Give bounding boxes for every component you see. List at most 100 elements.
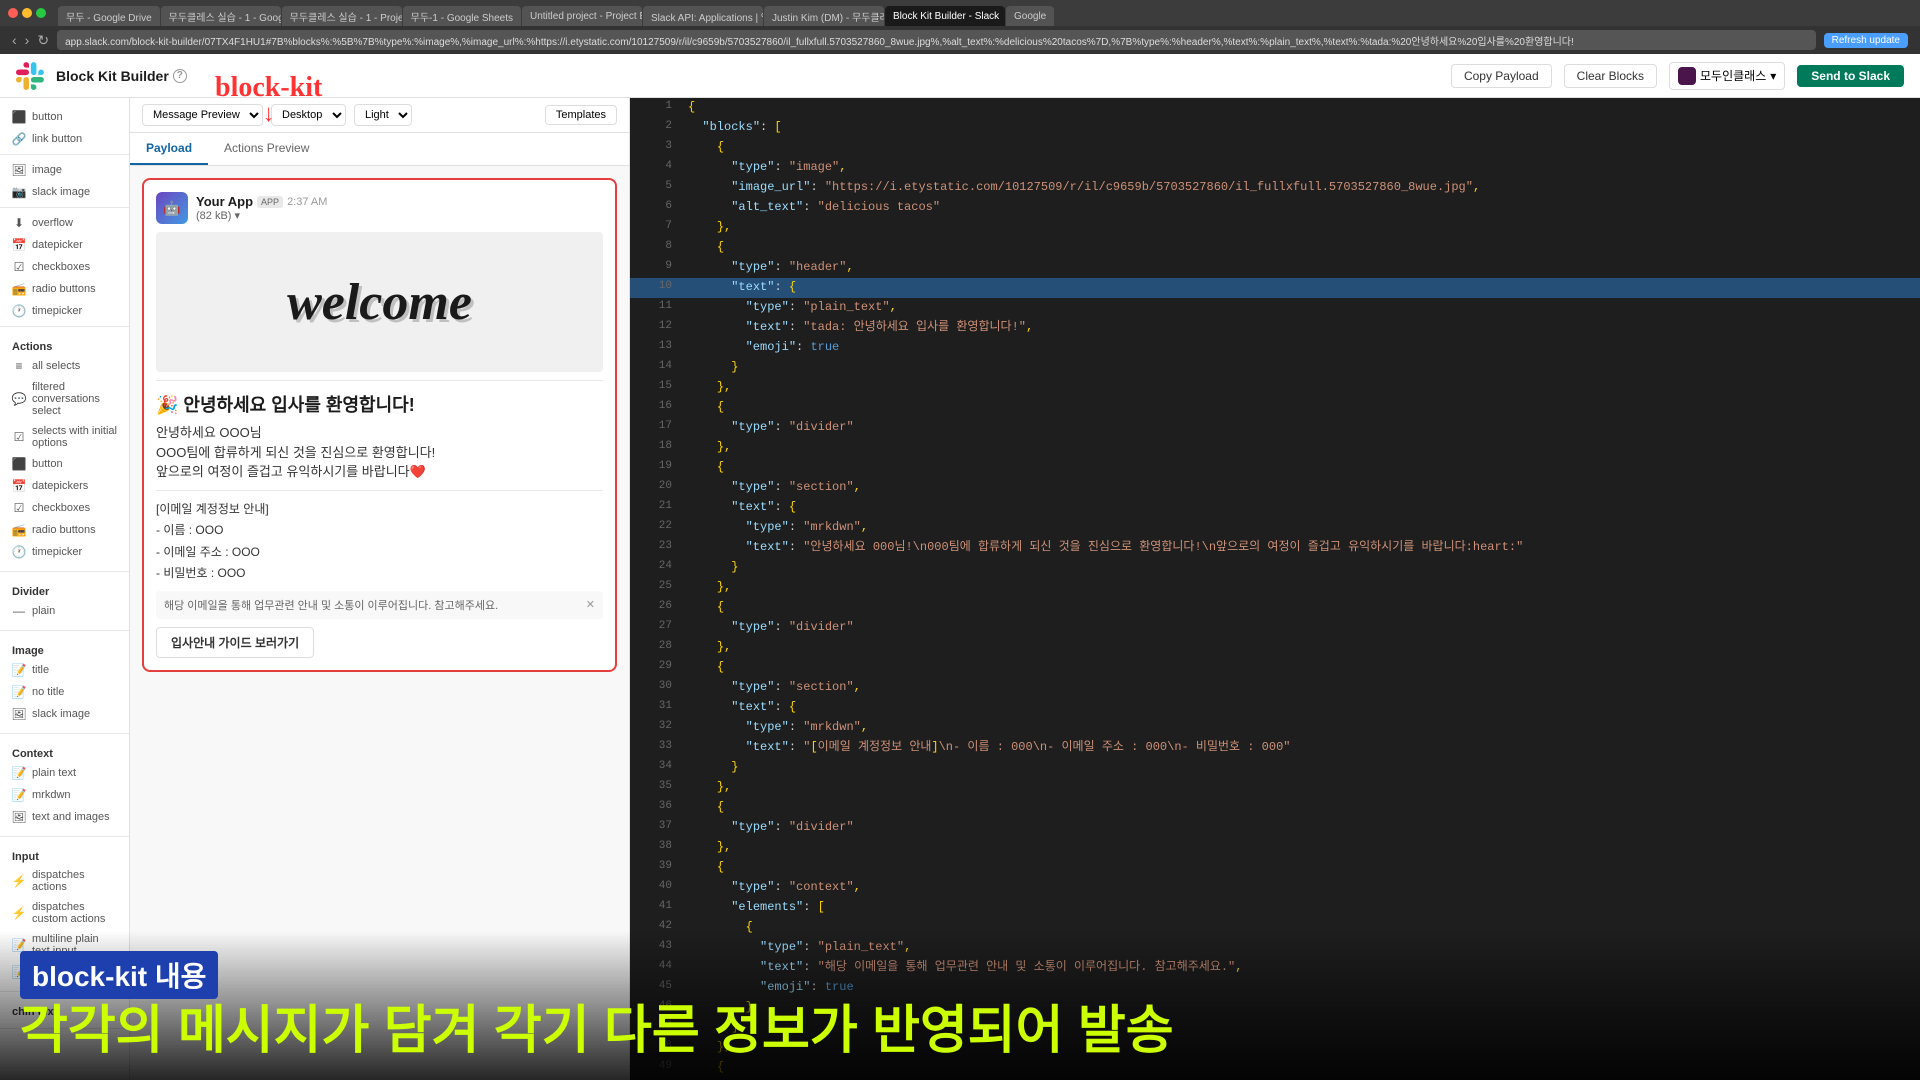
browser-tab[interactable]: Block Kit Builder - Slack <box>885 6 1005 26</box>
json-line[interactable]: 13 "emoji": true <box>630 338 1920 358</box>
json-line[interactable]: 24 } <box>630 558 1920 578</box>
sidebar-item-slack-image[interactable]: 🖼slack image <box>0 703 129 725</box>
sidebar-item-mrkdwn[interactable]: 📝mrkdwn <box>0 784 129 806</box>
tab-actions-preview[interactable]: Actions Preview <box>208 133 325 165</box>
guide-button[interactable]: 입사안내 가이드 보러가기 <box>156 627 314 658</box>
sidebar-item-image[interactable]: 🖼image <box>0 159 129 181</box>
browser-tab[interactable]: 무두클레스 실습 - 1 - Project <box>282 6 402 26</box>
sidebar-item-button[interactable]: ⬛button <box>0 453 129 475</box>
sidebar-item-timepicker[interactable]: 🕐timepicker <box>0 541 129 563</box>
json-line[interactable]: 2 "blocks": [ <box>630 118 1920 138</box>
json-line[interactable]: 8 { <box>630 238 1920 258</box>
json-line[interactable]: 28 }, <box>630 638 1920 658</box>
close-dot[interactable] <box>8 8 18 18</box>
sidebar-item-checkboxes[interactable]: ☑checkboxes <box>0 497 129 519</box>
sidebar-item-text-and-images[interactable]: 🖼text and images <box>0 806 129 828</box>
sidebar-item-no-title[interactable]: 📝no title <box>0 681 129 703</box>
json-line[interactable]: 7 }, <box>630 218 1920 238</box>
send-to-slack-button[interactable]: Send to Slack <box>1797 65 1904 87</box>
sidebar-item-timepicker[interactable]: 🕐timepicker <box>0 300 129 322</box>
json-line[interactable]: 20 "type": "section", <box>630 478 1920 498</box>
json-line[interactable]: 22 "type": "mrkdwn", <box>630 518 1920 538</box>
sidebar-item-datepicker[interactable]: 📅datepicker <box>0 234 129 256</box>
json-line[interactable]: 9 "type": "header", <box>630 258 1920 278</box>
info-icon[interactable]: ? <box>173 69 187 83</box>
json-line[interactable]: 25 }, <box>630 578 1920 598</box>
json-line[interactable]: 6 "alt_text": "delicious tacos" <box>630 198 1920 218</box>
sidebar-item-overflow[interactable]: ⬇overflow <box>0 212 129 234</box>
minimize-dot[interactable] <box>22 8 32 18</box>
json-line[interactable]: 30 "type": "section", <box>630 678 1920 698</box>
tab-payload[interactable]: Payload <box>130 133 208 165</box>
line-number: 19 <box>642 458 672 478</box>
json-line[interactable]: 35 }, <box>630 778 1920 798</box>
sidebar-item-plain-text[interactable]: 📝plain text <box>0 762 129 784</box>
browser-tab[interactable]: 무두 - Google Drive <box>58 6 160 26</box>
json-line[interactable]: 21 "text": { <box>630 498 1920 518</box>
json-line[interactable]: 36 { <box>630 798 1920 818</box>
theme-select[interactable]: Light Dark <box>354 104 412 126</box>
update-button[interactable]: Refresh update <box>1824 33 1908 48</box>
browser-tab[interactable]: Google <box>1006 6 1054 26</box>
json-line[interactable]: 31 "text": { <box>630 698 1920 718</box>
address-input[interactable] <box>57 30 1816 50</box>
json-line[interactable]: 16 { <box>630 398 1920 418</box>
json-line[interactable]: 39 { <box>630 858 1920 878</box>
json-line[interactable]: 37 "type": "divider" <box>630 818 1920 838</box>
back-icon[interactable]: ‹ <box>12 32 17 48</box>
json-line[interactable]: 38 }, <box>630 838 1920 858</box>
sidebar-item-plain[interactable]: —plain <box>0 600 129 622</box>
sidebar-item-radio-buttons[interactable]: 📻radio buttons <box>0 278 129 300</box>
forward-icon[interactable]: › <box>25 32 30 48</box>
sidebar-item-button[interactable]: ⬛button <box>0 106 129 128</box>
browser-tab[interactable]: Untitled project - Project Ed... <box>522 6 642 26</box>
json-line[interactable]: 11 "type": "plain_text", <box>630 298 1920 318</box>
sidebar-item-selects-with-initial-options[interactable]: ☑selects with initial options <box>0 421 129 453</box>
workspace-selector[interactable]: 모두인클래스 ▾ <box>1669 62 1785 90</box>
json-line[interactable]: 23 "text": "안녕하세요 000님!\n000팀에 합류하게 되신 것… <box>630 538 1920 558</box>
browser-tab[interactable]: 무두-1 - Google Sheets <box>403 6 521 26</box>
sidebar-item-radio-buttons[interactable]: 📻radio buttons <box>0 519 129 541</box>
line-number: 26 <box>642 598 672 618</box>
json-line[interactable]: 5 "image_url": "https://i.etystatic.com/… <box>630 178 1920 198</box>
browser-tab[interactable]: Slack API: Applications | 앱... <box>643 6 763 26</box>
json-line[interactable]: 27 "type": "divider" <box>630 618 1920 638</box>
sidebar-item-filtered-conversations-select[interactable]: 💬filtered conversations select <box>0 377 129 421</box>
sidebar-item-label: image <box>32 164 62 176</box>
sidebar-item-datepickers[interactable]: 📅datepickers <box>0 475 129 497</box>
json-line[interactable]: 15 }, <box>630 378 1920 398</box>
clear-blocks-button[interactable]: Clear Blocks <box>1564 64 1657 88</box>
refresh-icon[interactable]: ↻ <box>37 32 49 49</box>
json-line[interactable]: 17 "type": "divider" <box>630 418 1920 438</box>
json-line[interactable]: 19 { <box>630 458 1920 478</box>
sidebar-item-all-selects[interactable]: ≡all selects <box>0 355 129 377</box>
sidebar-item-link-button[interactable]: 🔗link button <box>0 128 129 150</box>
json-line[interactable]: 34 } <box>630 758 1920 778</box>
json-line[interactable]: 29 { <box>630 658 1920 678</box>
json-line[interactable]: 26 { <box>630 598 1920 618</box>
json-line[interactable]: 41 "elements": [ <box>630 898 1920 918</box>
sidebar-item-dispatches-custom-actions[interactable]: ⚡dispatches custom actions <box>0 897 129 929</box>
copy-payload-button[interactable]: Copy Payload <box>1451 64 1552 88</box>
sidebar-item-icon: 💬 <box>12 392 26 406</box>
browser-tab[interactable]: 무두클레스 실습 - 1 - Google <box>161 6 281 26</box>
sidebar-item-title[interactable]: 📝title <box>0 659 129 681</box>
json-line[interactable]: 1{ <box>630 98 1920 118</box>
maximize-dot[interactable] <box>36 8 46 18</box>
sidebar-item-slack-image[interactable]: 📷slack image <box>0 181 129 203</box>
json-line[interactable]: 32 "type": "mrkdwn", <box>630 718 1920 738</box>
sidebar-item-dispatches-actions[interactable]: ⚡dispatches actions <box>0 865 129 897</box>
delete-icon[interactable]: ✕ <box>586 598 595 611</box>
sidebar-item-checkboxes[interactable]: ☑checkboxes <box>0 256 129 278</box>
browser-tab[interactable]: Justin Kim (DM) - 무두클레스... <box>764 6 884 26</box>
json-line[interactable]: 10 "text": { <box>630 278 1920 298</box>
json-line[interactable]: 4 "type": "image", <box>630 158 1920 178</box>
json-line[interactable]: 12 "text": "tada: 안녕하세요 입사를 환영합니다!", <box>630 318 1920 338</box>
sidebar-section-header: Divider <box>0 580 129 600</box>
templates-button[interactable]: Templates <box>545 105 617 125</box>
json-line[interactable]: 40 "type": "context", <box>630 878 1920 898</box>
json-line[interactable]: 33 "text": "[이메일 계정정보 안내]\n- 이름 : 000\n-… <box>630 738 1920 758</box>
json-line[interactable]: 18 }, <box>630 438 1920 458</box>
json-line[interactable]: 14 } <box>630 358 1920 378</box>
json-line[interactable]: 3 { <box>630 138 1920 158</box>
